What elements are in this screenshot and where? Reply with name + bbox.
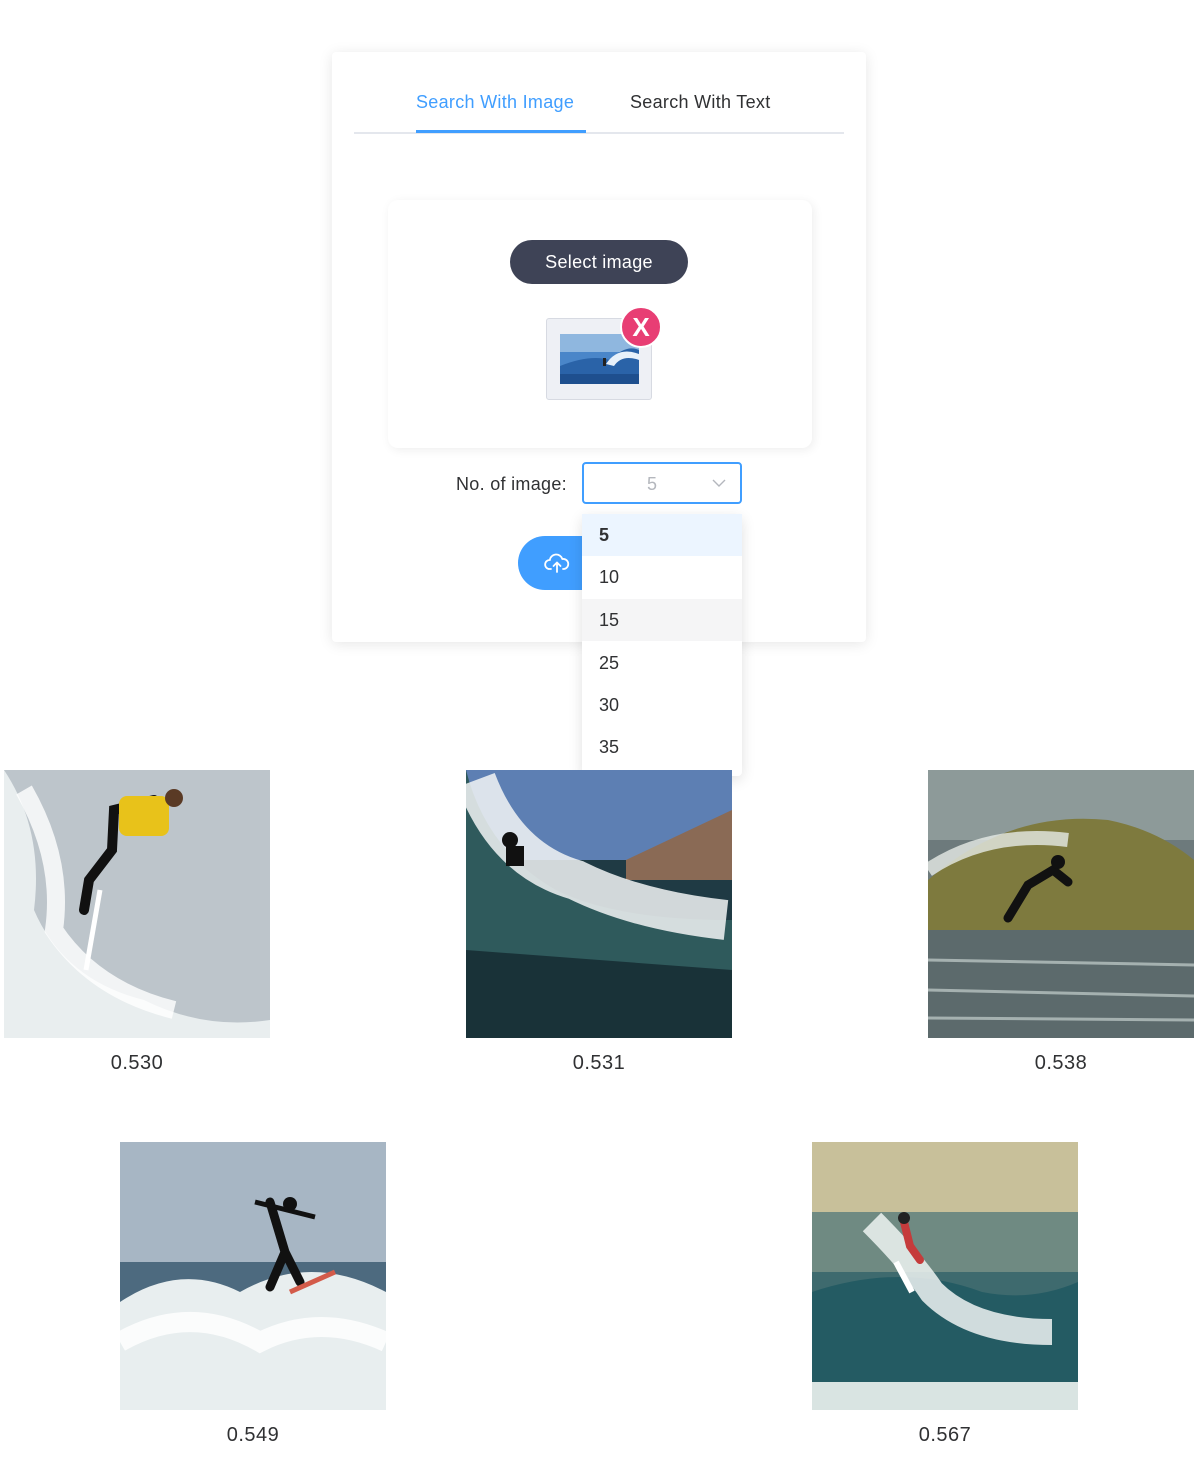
result-image[interactable] <box>120 1142 386 1410</box>
result-image[interactable] <box>466 770 732 1038</box>
result-score: 0.567 <box>918 1424 972 1446</box>
dropdown-option-10[interactable]: 10 <box>582 556 742 598</box>
result-card: 0.530 <box>4 770 270 1075</box>
remove-image-close-icon[interactable]: X <box>620 306 662 348</box>
dropdown-option-30[interactable]: 30 <box>582 684 742 726</box>
result-score: 0.530 <box>110 1052 164 1074</box>
result-score: 0.538 <box>1034 1052 1088 1074</box>
result-card: 0.549 <box>120 1142 386 1447</box>
image-upload-area: Select image X <box>388 200 812 448</box>
dropdown-option-25[interactable]: 25 <box>582 642 742 684</box>
result-score: 0.549 <box>226 1424 280 1446</box>
result-image[interactable] <box>928 770 1194 1038</box>
select-image-button[interactable]: Select image <box>510 240 688 284</box>
dropdown-option-15[interactable]: 15 <box>582 599 742 641</box>
result-image[interactable] <box>812 1142 1078 1410</box>
tab-search-with-image[interactable]: Search With Image <box>416 92 574 113</box>
result-card: 0.538 <box>928 770 1194 1075</box>
page: Search With Image Search With Text Selec… <box>0 0 1200 1466</box>
result-image[interactable] <box>4 770 270 1038</box>
chevron-down-icon <box>712 476 726 490</box>
result-card: 0.567 <box>812 1142 1078 1447</box>
image-count-select[interactable]: 5 <box>582 462 742 504</box>
active-tab-indicator <box>416 130 586 133</box>
dropdown-option-35[interactable]: 35 <box>582 726 742 768</box>
result-score: 0.531 <box>572 1052 626 1074</box>
tab-search-with-text[interactable]: Search With Text <box>630 92 771 113</box>
image-count-label: No. of image: <box>456 474 567 494</box>
image-count-dropdown: 5 10 15 25 30 35 <box>582 514 742 776</box>
image-count-value: 5 <box>646 474 657 494</box>
dropdown-option-5[interactable]: 5 <box>582 514 742 556</box>
cloud-upload-icon <box>544 553 570 573</box>
result-card: 0.531 <box>466 770 732 1075</box>
tab-bar: Search With Image Search With Text <box>354 52 844 134</box>
